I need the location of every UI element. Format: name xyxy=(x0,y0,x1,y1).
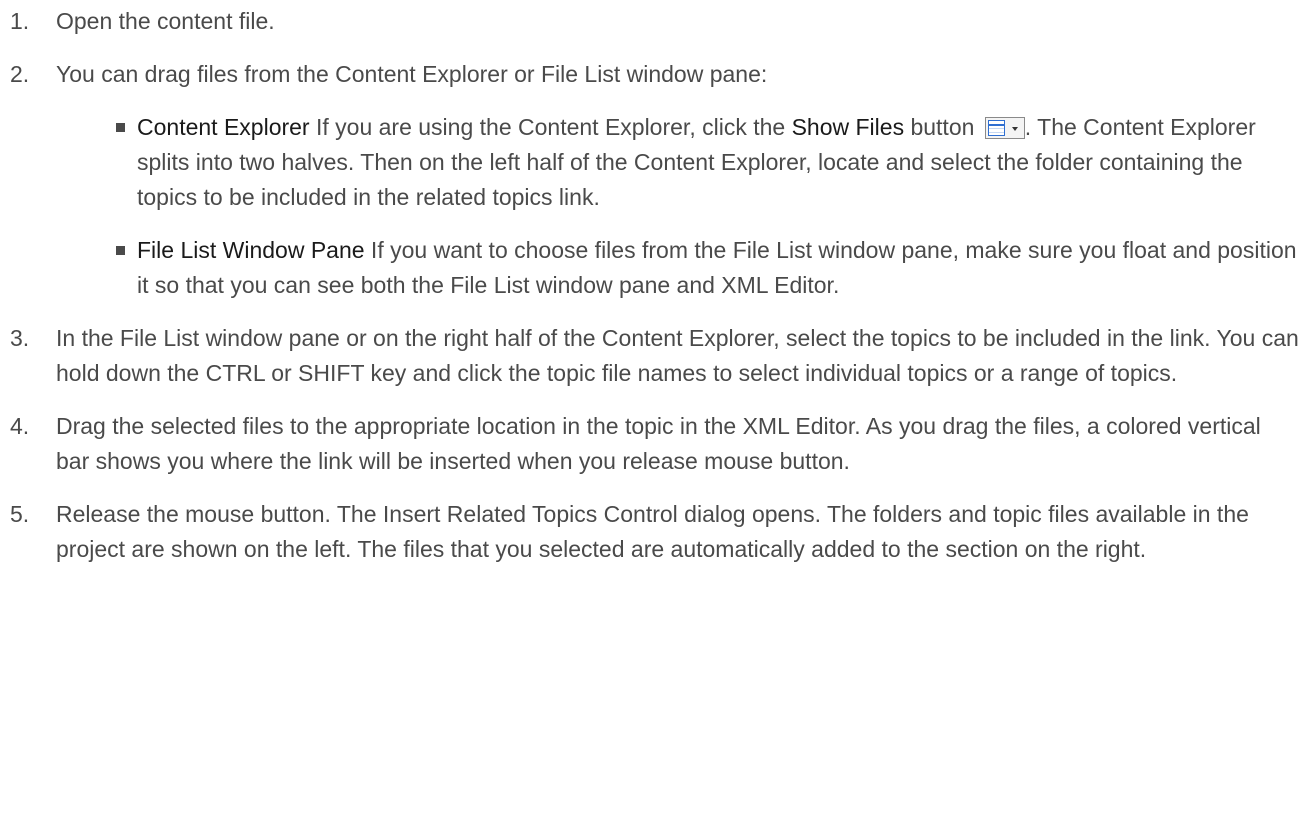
show-files-button[interactable] xyxy=(984,117,1025,139)
step-number: 5. xyxy=(10,501,30,527)
step-5: 5. Release the mouse button. The Insert … xyxy=(0,497,1299,567)
square-bullet-icon xyxy=(116,123,125,132)
step-4: 4. Drag the selected files to the approp… xyxy=(0,409,1299,479)
show-files-label: Show Files xyxy=(791,114,905,140)
step-text: Open the content file. xyxy=(56,8,275,34)
step-text: Release the mouse button. The Insert Rel… xyxy=(56,501,1249,562)
option-file-list-window-pane: File List Window Pane If you want to cho… xyxy=(56,233,1299,303)
show-files-icon xyxy=(987,120,1005,136)
step-text: Drag the selected files to the appropria… xyxy=(56,413,1261,474)
option-list: Content Explorer If you are using the Co… xyxy=(56,110,1299,303)
step-1: 1. Open the content file. xyxy=(0,4,1299,39)
chevron-down-icon xyxy=(1011,127,1018,131)
procedure-steps: 1. Open the content file. 2. You can dra… xyxy=(0,4,1299,567)
step-number: 1. xyxy=(10,8,30,34)
step-2: 2. You can drag files from the Content E… xyxy=(0,57,1299,303)
step-number: 3. xyxy=(10,325,30,351)
option-content-explorer: Content Explorer If you are using the Co… xyxy=(56,110,1299,215)
option-text: button xyxy=(904,114,981,140)
step-text: You can drag files from the Content Expl… xyxy=(56,61,768,87)
step-number: 4. xyxy=(10,413,30,439)
step-text: In the File List window pane or on the r… xyxy=(56,325,1299,386)
square-bullet-icon xyxy=(116,246,125,255)
option-term: File List Window Pane xyxy=(137,237,365,263)
option-text: If you are using the Content Explorer, c… xyxy=(309,114,792,140)
option-term: Content Explorer xyxy=(137,114,310,140)
step-3: 3. In the File List window pane or on th… xyxy=(0,321,1299,391)
step-number: 2. xyxy=(10,61,30,87)
